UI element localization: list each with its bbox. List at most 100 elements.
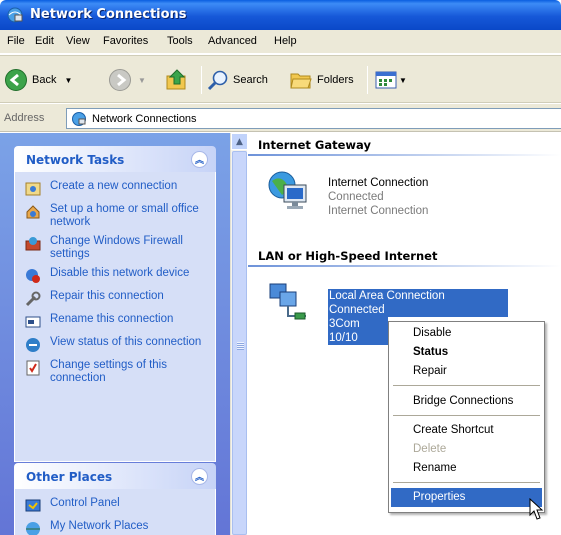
folders-icon xyxy=(290,73,312,89)
address-field[interactable]: Network Connections xyxy=(66,108,561,129)
menu-bar: File Edit View Favorites Tools Advanced … xyxy=(0,30,561,54)
views-dropdown-icon[interactable]: ▼ xyxy=(399,76,407,85)
task-label: Change Windows Firewall settings xyxy=(50,235,183,260)
other-places-box: Other Places ︽ Control Panel My Network … xyxy=(14,463,216,535)
status-icon xyxy=(26,338,40,352)
menu-advanced[interactable]: Advanced xyxy=(208,35,257,47)
group-title-lan: LAN or High-Speed Internet xyxy=(258,249,438,263)
back-dropdown-icon[interactable]: ▼ xyxy=(64,76,72,85)
task-label: Rename this connection xyxy=(50,313,174,325)
task-rename[interactable]: Rename this connection xyxy=(25,313,209,330)
menu-help[interactable]: Help xyxy=(274,35,297,47)
search-button[interactable]: Search xyxy=(207,66,268,94)
address-bar: Address Network Connections xyxy=(0,104,561,132)
network-tasks-title: Network Tasks xyxy=(26,153,125,167)
other-places-header[interactable]: Other Places ︽ xyxy=(14,463,216,489)
back-button[interactable]: Back ▼ xyxy=(4,66,72,94)
disable-device-icon xyxy=(26,269,40,283)
menu-item-status[interactable]: Status xyxy=(391,343,542,362)
menu-separator xyxy=(393,415,540,416)
task-label: View status of this connection xyxy=(50,336,202,348)
menu-tools[interactable]: Tools xyxy=(167,35,193,47)
views-button[interactable]: ▼ xyxy=(375,66,407,94)
collapse-chevron-icon[interactable]: ︽ xyxy=(191,151,208,168)
home-network-icon xyxy=(26,205,40,219)
place-control-panel[interactable]: Control Panel xyxy=(25,497,209,514)
folders-label: Folders xyxy=(317,74,354,86)
menu-separator xyxy=(393,482,540,483)
internet-connection-icon xyxy=(268,171,307,209)
menu-file[interactable]: File xyxy=(7,35,25,47)
mouse-pointer-icon xyxy=(529,498,544,520)
network-tasks-header[interactable]: Network Tasks ︽ xyxy=(14,146,216,172)
menu-item-properties[interactable]: Properties xyxy=(391,488,542,507)
forward-arrow-icon xyxy=(109,69,131,91)
up-folder-button[interactable] xyxy=(164,66,190,94)
menu-favorites[interactable]: Favorites xyxy=(103,35,148,47)
scroll-up-arrow-icon[interactable]: ▲ xyxy=(231,133,248,150)
window-title: Network Connections xyxy=(30,7,187,22)
place-label: Control Panel xyxy=(50,497,120,509)
task-view-status[interactable]: View status of this connection xyxy=(25,336,209,353)
forward-dropdown-icon[interactable]: ▼ xyxy=(138,76,146,85)
task-label: Disable this network device xyxy=(50,267,190,279)
task-pane: Network Tasks ︽ Create a new connection … xyxy=(0,133,230,535)
network-tasks-box: Network Tasks ︽ Create a new connection … xyxy=(14,146,216,462)
menu-separator xyxy=(393,385,540,386)
menu-item-delete: Delete xyxy=(413,443,447,455)
search-label: Search xyxy=(233,74,268,86)
collapse-chevron-icon[interactable]: ︽ xyxy=(191,468,208,485)
menu-item-create-shortcut[interactable]: Create Shortcut xyxy=(391,421,542,440)
menu-edit[interactable]: Edit xyxy=(35,35,54,47)
menu-item-disable[interactable]: Disable xyxy=(391,324,542,343)
task-pane-scrollbar[interactable]: ▲ xyxy=(230,133,248,535)
task-label: Create a new connection xyxy=(50,180,178,192)
up-folder-icon xyxy=(166,69,186,90)
settings-icon xyxy=(26,360,40,376)
title-bar[interactable]: Network Connections xyxy=(0,0,561,30)
connection-status: Connected xyxy=(328,191,384,203)
connection-name: Local Area Connection xyxy=(328,289,508,303)
connection-type: Internet Connection xyxy=(328,205,429,217)
search-icon xyxy=(207,70,228,91)
task-disable-device[interactable]: Disable this network device xyxy=(25,267,209,284)
menu-item-bridge[interactable]: Bridge Connections xyxy=(391,392,542,411)
place-network-places[interactable]: My Network Places xyxy=(25,520,209,535)
task-label: Set up a home or small office network xyxy=(50,203,199,228)
back-arrow-icon xyxy=(5,69,27,91)
firewall-icon xyxy=(25,237,41,251)
address-value: Network Connections xyxy=(92,112,197,125)
task-repair[interactable]: Repair this connection xyxy=(25,290,209,307)
place-label: My Network Places xyxy=(50,520,149,532)
group-title-internet-gateway: Internet Gateway xyxy=(258,138,371,152)
new-connection-icon xyxy=(25,182,41,196)
scroll-thumb[interactable] xyxy=(232,151,247,535)
rename-icon xyxy=(25,316,41,328)
folders-button[interactable]: Folders xyxy=(289,66,354,94)
task-label: Change settings of this connection xyxy=(50,359,167,384)
task-create-connection[interactable]: Create a new connection xyxy=(25,180,209,197)
connection-status: Connected xyxy=(328,303,508,317)
views-icon xyxy=(375,71,397,89)
toolbar: Back ▼ ▼ Search Folders ▼ xyxy=(0,55,561,103)
menu-view[interactable]: View xyxy=(66,35,90,47)
network-connections-icon xyxy=(7,7,23,23)
task-firewall[interactable]: Change Windows Firewall settings xyxy=(25,235,209,261)
task-label: Repair this connection xyxy=(50,290,164,302)
back-label: Back xyxy=(32,74,57,86)
other-places-list: Control Panel My Network Places xyxy=(14,489,216,535)
task-change-settings[interactable]: Change settings of this connection xyxy=(25,359,209,385)
connection-name: Internet Connection xyxy=(328,177,429,189)
forward-button[interactable]: ▼ xyxy=(108,66,146,94)
menu-item-repair[interactable]: Repair xyxy=(391,362,542,381)
address-label: Address xyxy=(4,112,45,124)
task-home-network[interactable]: Set up a home or small office network xyxy=(25,203,209,229)
menu-item-rename[interactable]: Rename xyxy=(391,459,542,478)
network-places-icon xyxy=(26,522,40,535)
network-connections-icon xyxy=(72,111,86,126)
connection-device: 3Com 10/10 xyxy=(328,317,388,345)
network-tasks-list: Create a new connection Set up a home or… xyxy=(14,172,216,462)
lan-connection-icon xyxy=(269,283,306,320)
control-panel-icon xyxy=(25,499,41,512)
context-menu: Disable Status Repair Bridge Connections… xyxy=(388,321,545,513)
